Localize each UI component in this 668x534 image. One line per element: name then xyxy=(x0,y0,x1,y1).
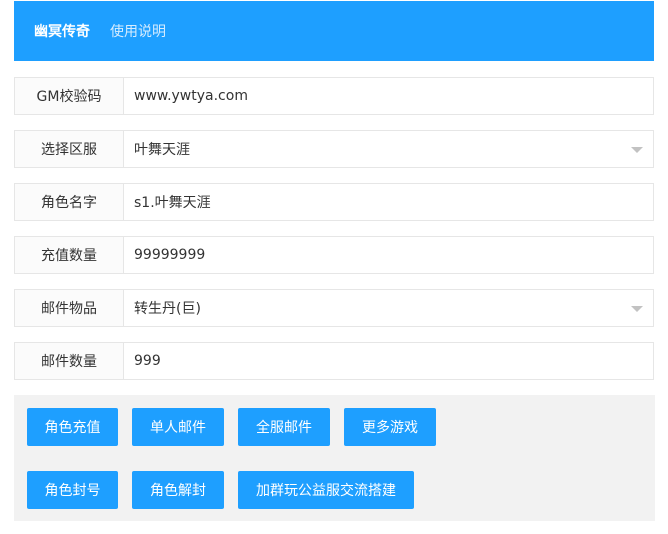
gm-code-label: GM校验码 xyxy=(14,77,124,115)
form-row-server: 选择区服 叶舞天涯 xyxy=(14,130,654,168)
single-mail-button[interactable]: 单人邮件 xyxy=(132,408,224,446)
join-group-button[interactable]: 加群玩公益服交流搭建 xyxy=(238,471,414,509)
chevron-down-icon xyxy=(631,147,643,153)
action-button-panel: 角色充值 单人邮件 全服邮件 更多游戏 角色封号 角色解封 加群玩公益服交流搭建 xyxy=(14,395,655,521)
top-nav-bar: 幽冥传奇 使用说明 xyxy=(14,1,654,61)
recharge-amount-input[interactable]: 99999999 xyxy=(124,236,654,274)
nav-link-instructions[interactable]: 使用说明 xyxy=(110,21,166,41)
gm-tool-page: 幽冥传奇 使用说明 GM校验码 www.ywtya.com 选择区服 叶舞天涯 … xyxy=(0,0,668,534)
recharge-amount-label: 充值数量 xyxy=(14,236,124,274)
role-name-input[interactable]: s1.叶舞天涯 xyxy=(124,183,654,221)
form-row-role-name: 角色名字 s1.叶舞天涯 xyxy=(14,183,654,221)
role-recharge-button[interactable]: 角色充值 xyxy=(27,408,118,446)
chevron-down-icon xyxy=(631,306,643,312)
mail-item-selected-value: 转生丹(巨) xyxy=(134,301,201,317)
form-row-mail-quantity: 邮件数量 999 xyxy=(14,342,654,380)
mail-item-select[interactable]: 转生丹(巨) xyxy=(124,289,654,327)
form-row-recharge-amount: 充值数量 99999999 xyxy=(14,236,654,274)
mail-item-label: 邮件物品 xyxy=(14,289,124,327)
mail-quantity-label: 邮件数量 xyxy=(14,342,124,380)
all-server-mail-button[interactable]: 全服邮件 xyxy=(238,408,330,446)
gm-code-input[interactable]: www.ywtya.com xyxy=(124,77,654,115)
unban-role-button[interactable]: 角色解封 xyxy=(132,471,224,509)
brand-title[interactable]: 幽冥传奇 xyxy=(34,21,90,41)
role-name-label: 角色名字 xyxy=(14,183,124,221)
mail-quantity-input[interactable]: 999 xyxy=(124,342,654,380)
more-games-button[interactable]: 更多游戏 xyxy=(344,408,436,446)
server-selected-value: 叶舞天涯 xyxy=(134,142,190,158)
server-select[interactable]: 叶舞天涯 xyxy=(124,130,654,168)
form-row-gm-code: GM校验码 www.ywtya.com xyxy=(14,77,654,115)
form-row-mail-item: 邮件物品 转生丹(巨) xyxy=(14,289,654,327)
ban-role-button[interactable]: 角色封号 xyxy=(27,471,118,509)
server-label: 选择区服 xyxy=(14,130,124,168)
